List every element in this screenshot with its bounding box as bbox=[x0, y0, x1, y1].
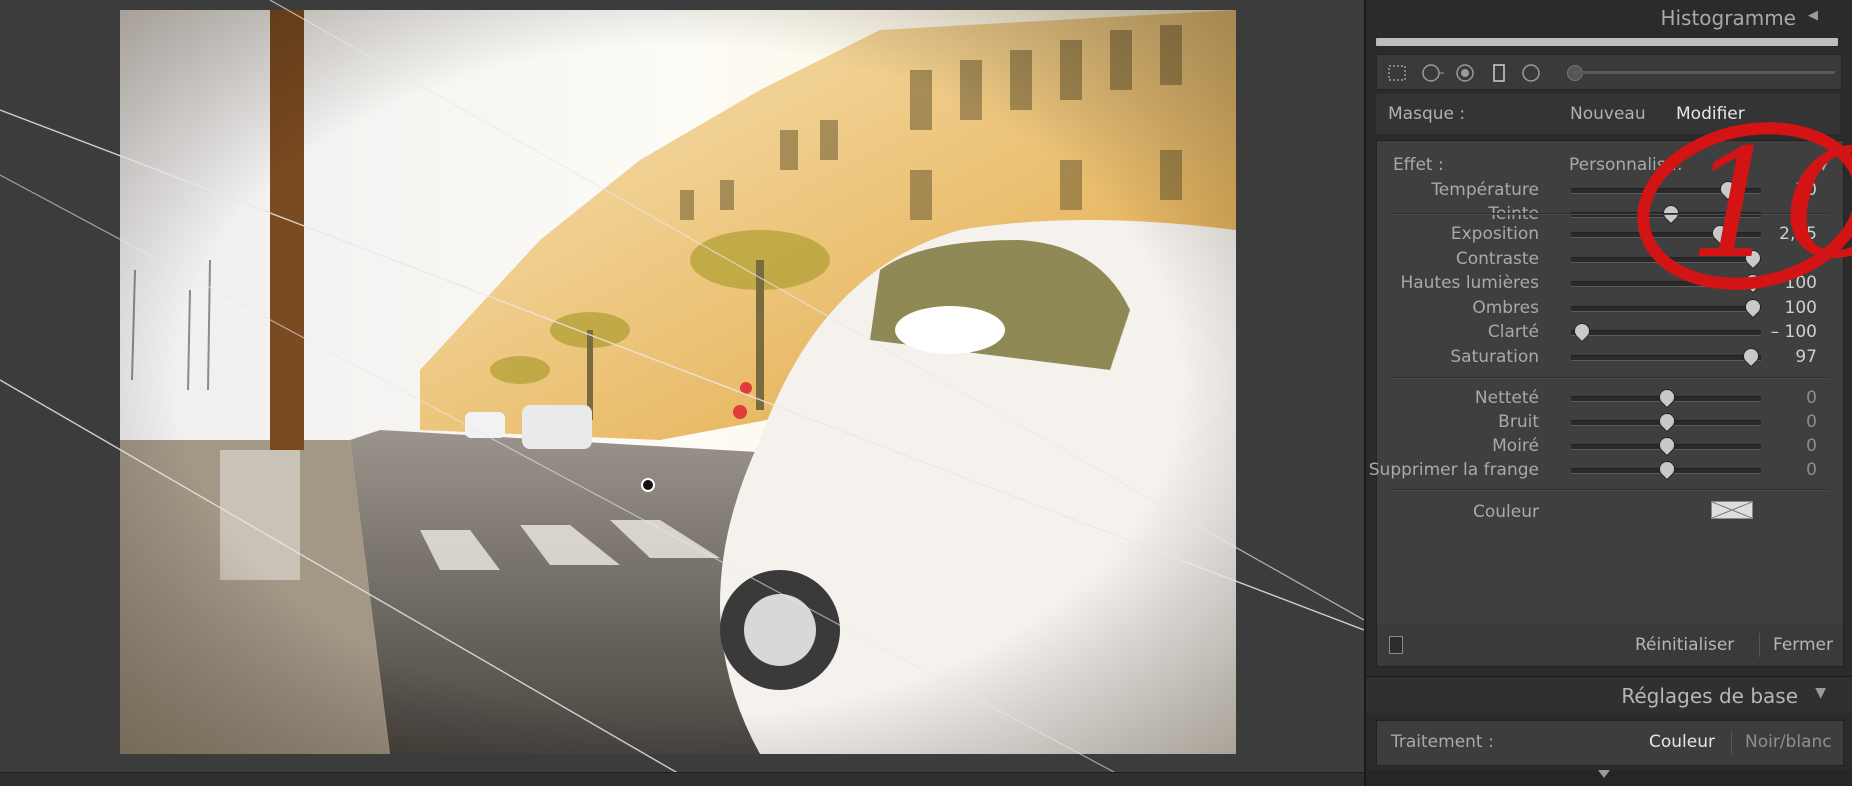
basic-settings-header[interactable]: Réglages de base ▼ bbox=[1366, 676, 1852, 713]
radial-filter-icon[interactable] bbox=[1521, 63, 1541, 83]
divider bbox=[1759, 633, 1760, 657]
close-button[interactable]: Fermer bbox=[1773, 635, 1833, 655]
divider bbox=[1393, 489, 1829, 491]
color-label: Couleur bbox=[1473, 502, 1539, 522]
slider-knob-icon[interactable] bbox=[1598, 770, 1610, 778]
slider-label: Ombres bbox=[1472, 297, 1539, 318]
slider-label: Clarté bbox=[1487, 322, 1539, 342]
color-row: Couleur bbox=[1377, 499, 1843, 525]
histogram bbox=[1376, 38, 1838, 46]
slider-row: Température 70 bbox=[1377, 177, 1843, 203]
slider-track[interactable] bbox=[1571, 256, 1761, 263]
slider-track[interactable] bbox=[1571, 281, 1761, 287]
mask-new-button[interactable]: Nouveau bbox=[1570, 104, 1646, 124]
collapse-arrow-icon[interactable]: ◀ bbox=[1808, 8, 1818, 23]
basic-settings-title: Réglages de base bbox=[1621, 684, 1798, 708]
slider-row: Supprimer la frange 0 bbox=[1369, 457, 1843, 483]
develop-panel: Histogramme ◀ Masque : Nouveau Modifier … bbox=[1364, 0, 1852, 786]
slider-track[interactable] bbox=[1571, 354, 1761, 361]
slider-row: Contraste bbox=[1377, 246, 1843, 272]
histogram-header[interactable]: Histogramme ◀ bbox=[1366, 0, 1852, 34]
divider bbox=[1731, 731, 1732, 755]
slider-label: Température bbox=[1431, 180, 1539, 200]
slider-label: Netteté bbox=[1474, 388, 1539, 408]
color-swatch[interactable] bbox=[1711, 501, 1753, 519]
photo-preview[interactable] bbox=[120, 10, 1236, 754]
slider-value[interactable]: 100 bbox=[1785, 273, 1817, 293]
slider-value[interactable]: 0 bbox=[1806, 460, 1817, 480]
slider-value[interactable]: 0 bbox=[1806, 412, 1817, 432]
slider-row: Hautes lumières 100 bbox=[1377, 270, 1843, 296]
slider-label: Bruit bbox=[1498, 412, 1539, 432]
mask-row: Masque : Nouveau Modifier bbox=[1376, 94, 1840, 134]
slider-label: Exposition bbox=[1450, 224, 1539, 244]
treatment-bw-button[interactable]: Noir/blanc bbox=[1745, 732, 1832, 752]
slider-row: Moiré 0 bbox=[1377, 433, 1843, 459]
slider-label: Hautes lumières bbox=[1400, 273, 1539, 293]
graduated-filter-icon[interactable] bbox=[1489, 63, 1509, 83]
crop-overlay-icon[interactable] bbox=[1387, 63, 1407, 83]
slider-value[interactable]: 70 bbox=[1795, 180, 1817, 200]
image-canvas[interactable] bbox=[0, 0, 1364, 786]
slider-value[interactable]: 97 bbox=[1795, 347, 1817, 367]
slider-row: Bruit 0 bbox=[1377, 409, 1843, 435]
effect-preset-dropdown[interactable]: Personnalis… bbox=[1569, 155, 1683, 175]
slider-value[interactable]: 0 bbox=[1806, 388, 1817, 408]
slider-row: Exposition 2,45 bbox=[1377, 221, 1843, 247]
reset-button[interactable]: Réinitialiser bbox=[1635, 635, 1734, 655]
dropdown-arrow-icon[interactable]: ▼ bbox=[1817, 155, 1829, 173]
slider-track[interactable] bbox=[1571, 330, 1761, 336]
slider-value[interactable]: – 100 bbox=[1771, 322, 1817, 342]
expand-arrow-icon[interactable]: ▼ bbox=[1815, 685, 1826, 701]
histogram-title: Histogramme bbox=[1660, 6, 1796, 30]
mask-label: Masque : bbox=[1388, 104, 1466, 124]
slider-value[interactable]: 100 bbox=[1785, 298, 1817, 318]
treatment-label: Traitement : bbox=[1391, 732, 1494, 752]
slider-row: Ombres 100 bbox=[1377, 295, 1843, 321]
spot-removal-icon[interactable] bbox=[1421, 63, 1444, 83]
effect-label: Effet : bbox=[1393, 155, 1444, 175]
treatment-row: Traitement : Couleur Noir/blanc bbox=[1376, 720, 1844, 766]
slider-track[interactable] bbox=[1571, 232, 1761, 238]
slider-label: Supprimer la frange bbox=[1368, 460, 1539, 480]
divider bbox=[1393, 377, 1829, 379]
slider-value[interactable]: 0 bbox=[1806, 436, 1817, 456]
red-eye-icon[interactable] bbox=[1455, 63, 1475, 83]
slider-row: Saturation 97 bbox=[1377, 344, 1843, 370]
divider bbox=[1393, 213, 1829, 215]
tool-strip bbox=[1376, 54, 1842, 90]
slider-track[interactable] bbox=[1571, 305, 1761, 312]
toggle-switch-icon[interactable] bbox=[1389, 636, 1403, 654]
treatment-color-button[interactable]: Couleur bbox=[1649, 732, 1715, 752]
slider-label: Moiré bbox=[1492, 436, 1539, 456]
mask-edit-button[interactable]: Modifier bbox=[1676, 104, 1745, 124]
slider-label: Contraste bbox=[1455, 248, 1539, 269]
brush-size-slider[interactable] bbox=[1573, 71, 1835, 74]
slider-row: Netteté 0 bbox=[1377, 385, 1843, 411]
slider-row: Clarté – 100 bbox=[1377, 319, 1843, 345]
slider-label: Saturation bbox=[1450, 346, 1539, 367]
slider-value[interactable]: 2,45 bbox=[1779, 224, 1817, 244]
filter-settings-box: Effet : Personnalis… ▼ Température 70 Tein… bbox=[1369, 140, 1844, 628]
filmstrip-edge bbox=[0, 772, 1364, 786]
filter-footer: Réinitialiser Fermer bbox=[1376, 624, 1844, 667]
